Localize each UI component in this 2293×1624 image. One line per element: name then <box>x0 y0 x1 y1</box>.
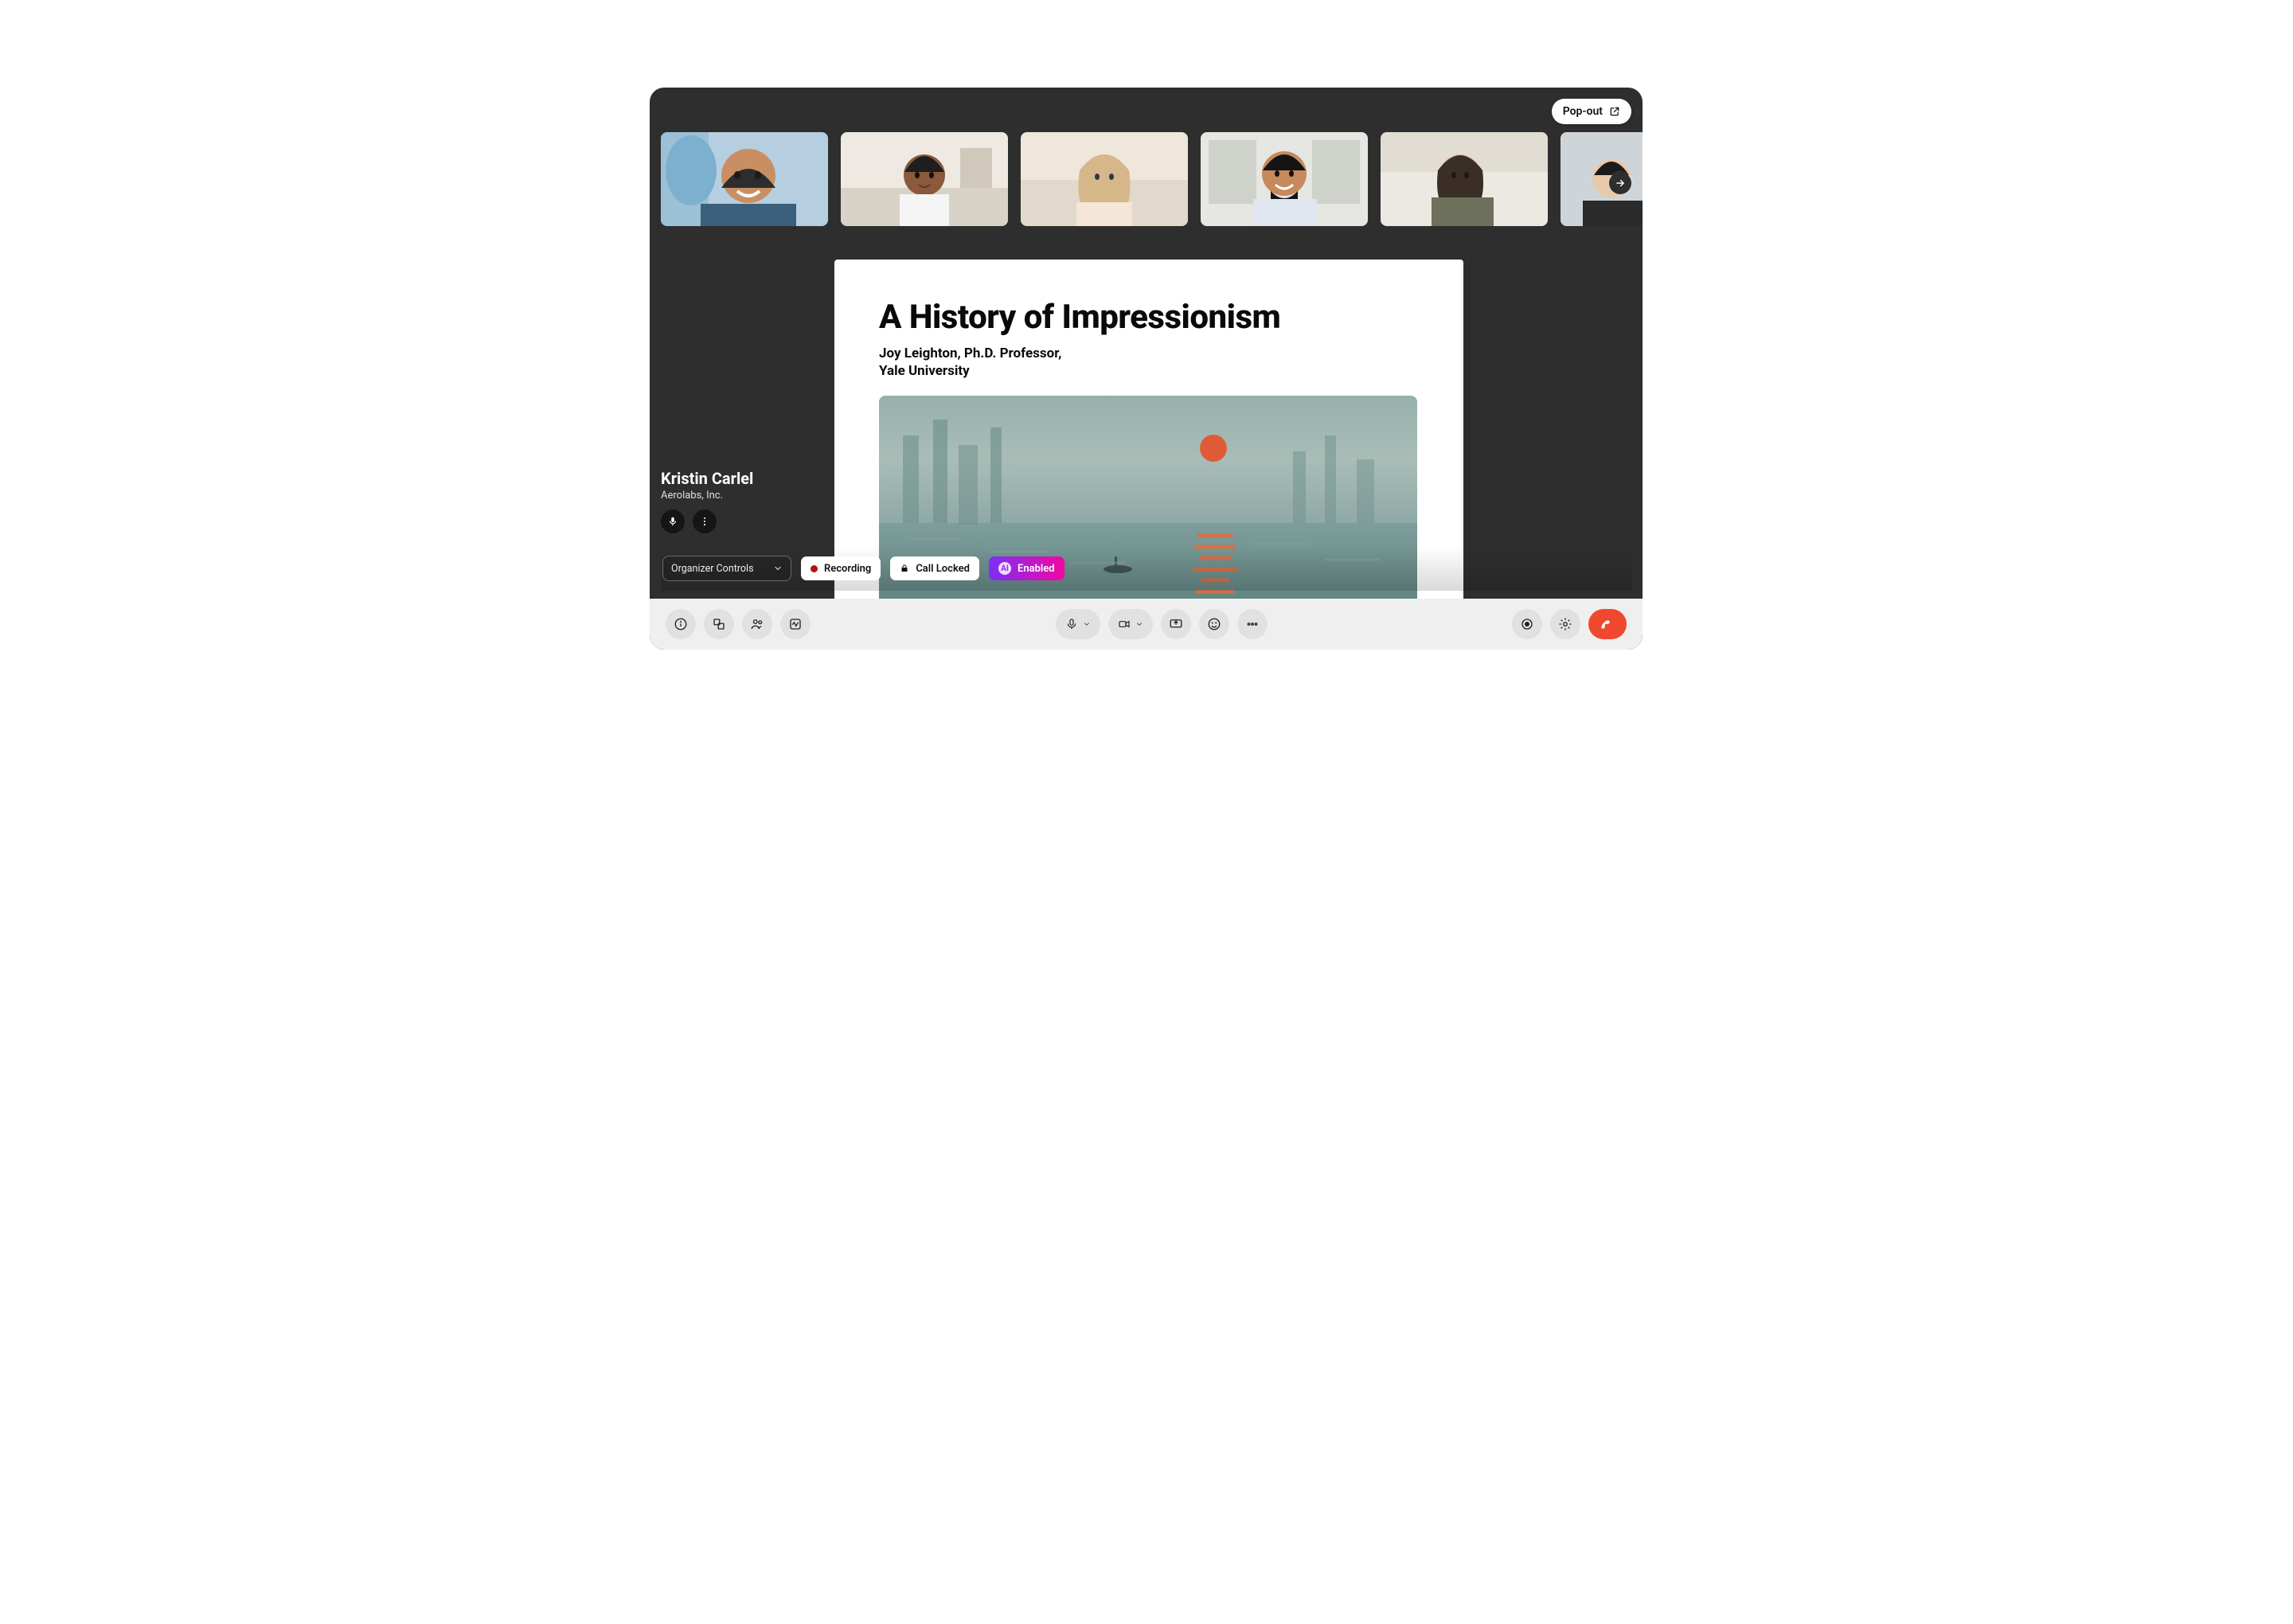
gear-icon <box>1558 617 1572 631</box>
settings-button[interactable] <box>1550 609 1580 639</box>
layout-button[interactable] <box>704 609 734 639</box>
ai-enabled-chip-label: Enabled <box>1018 563 1055 575</box>
bottom-toolbar <box>650 599 1643 650</box>
more-vertical-icon <box>699 516 710 527</box>
video-call-window: Pop-out <box>650 88 1643 650</box>
presenter-name: Kristin Carlel <box>661 469 753 488</box>
organizer-controls-dropdown[interactable]: Organizer Controls <box>662 556 791 581</box>
participant-tile[interactable] <box>1381 132 1548 226</box>
toolbar-left-group <box>666 609 811 639</box>
share-screen-button[interactable] <box>1161 609 1191 639</box>
camera-toggle[interactable] <box>1108 609 1153 639</box>
camera-icon <box>1118 618 1131 630</box>
chevron-down-icon <box>773 564 783 573</box>
chevron-down-icon <box>1135 620 1143 628</box>
participant-tile[interactable] <box>661 132 828 226</box>
ai-enabled-chip[interactable]: AI Enabled <box>989 556 1064 580</box>
participant-tile[interactable] <box>841 132 1008 226</box>
people-icon <box>750 617 764 631</box>
slide-title: A History of Impressionism <box>879 298 1419 337</box>
call-locked-chip-label: Call Locked <box>916 563 970 575</box>
microphone-toggle[interactable] <box>1056 609 1100 639</box>
ai-badge-icon: AI <box>998 562 1011 575</box>
more-horizontal-icon <box>1245 617 1260 631</box>
share-screen-icon <box>1169 617 1183 631</box>
slide-byline-line: Yale University <box>879 362 1419 380</box>
slide-byline-line: Joy Leighton, Ph.D. Professor, <box>879 345 1419 362</box>
participant-strip <box>661 132 1643 234</box>
phone-hangup-icon <box>1600 616 1615 632</box>
toolbar-right-group <box>1512 609 1627 639</box>
microphone-icon <box>1065 618 1078 630</box>
microphone-icon <box>667 516 678 527</box>
call-locked-chip[interactable]: Call Locked <box>890 556 979 580</box>
chevron-down-icon <box>1083 620 1091 628</box>
participants-scroll-next-button[interactable] <box>1609 172 1631 194</box>
activity-icon <box>788 617 803 631</box>
presenter-info: Kristin Carlel Aerolabs, Inc. <box>661 469 753 533</box>
layout-icon <box>712 617 726 631</box>
more-button[interactable] <box>1237 609 1268 639</box>
participants-button[interactable] <box>742 609 772 639</box>
organizer-controls-label: Organizer Controls <box>671 563 754 575</box>
recording-chip[interactable]: Recording <box>801 556 881 580</box>
status-row: Organizer Controls Recording Call Locked… <box>661 546 1631 591</box>
popout-button[interactable]: Pop-out <box>1552 99 1631 124</box>
info-button[interactable] <box>666 609 696 639</box>
presenter-more-button[interactable] <box>693 509 717 533</box>
info-icon <box>674 617 688 631</box>
popout-icon <box>1609 106 1620 117</box>
popout-label: Pop-out <box>1563 105 1603 118</box>
participant-tile[interactable] <box>1201 132 1368 226</box>
arrow-right-icon <box>1615 178 1626 189</box>
reactions-button[interactable] <box>1199 609 1229 639</box>
record-toggle-button[interactable] <box>1512 609 1542 639</box>
activity-button[interactable] <box>780 609 811 639</box>
hangup-button[interactable] <box>1588 609 1627 639</box>
toolbar-center-group <box>1056 609 1268 639</box>
presenter-mic-button[interactable] <box>661 509 685 533</box>
participant-tile[interactable] <box>1021 132 1188 226</box>
presenter-org: Aerolabs, Inc. <box>661 490 753 502</box>
record-icon <box>1520 617 1534 631</box>
recording-chip-label: Recording <box>824 563 871 575</box>
slide-byline: Joy Leighton, Ph.D. Professor, Yale Univ… <box>879 345 1419 380</box>
record-dot-icon <box>811 565 818 572</box>
lock-icon <box>900 564 909 573</box>
smile-icon <box>1207 617 1221 631</box>
